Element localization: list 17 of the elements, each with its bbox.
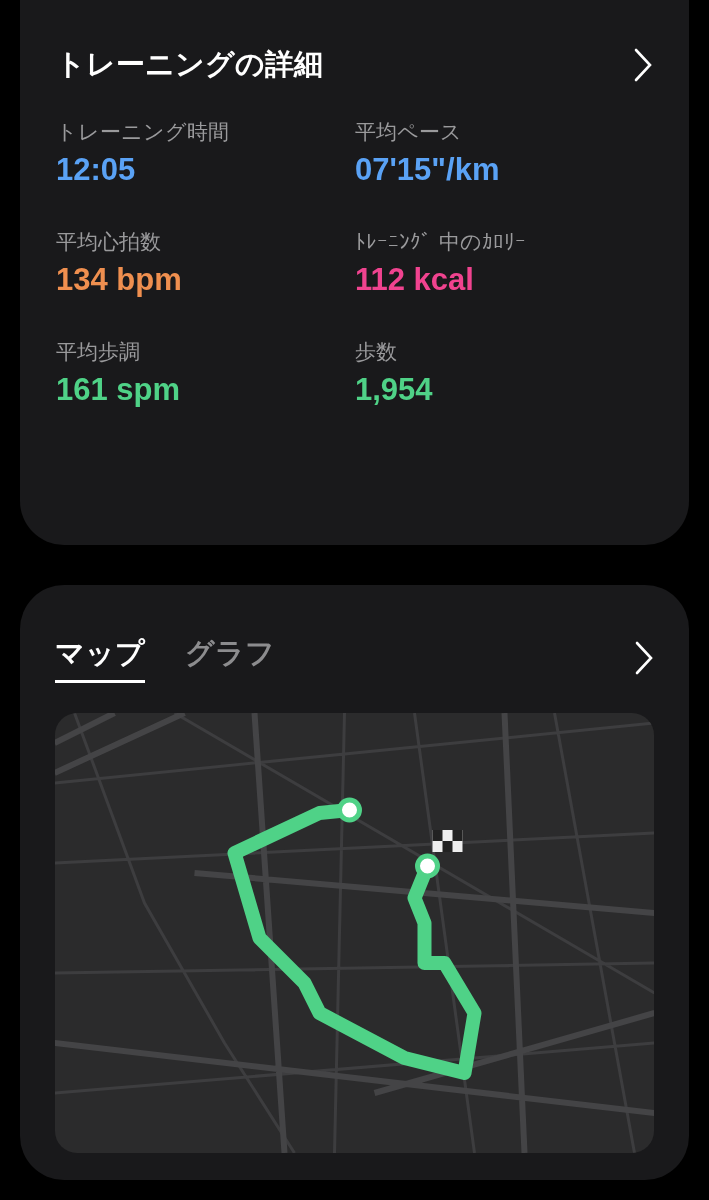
metric-value: 112 kcal (355, 262, 475, 298)
chevron-right-icon[interactable] (634, 641, 654, 675)
metric-label: 平均歩調 (56, 339, 141, 366)
tab[interactable]: マップ (55, 633, 145, 683)
metric-value: 134 bpm (56, 262, 183, 298)
metric-value: 12:05 (56, 152, 137, 188)
chevron-right-icon[interactable] (633, 48, 653, 82)
card-title: トレーニングの詳細 (56, 46, 323, 83)
metric-value: 1,954 (355, 372, 434, 408)
metric-label: トレーニング時間 (56, 119, 230, 146)
metric-label: ﾄﾚｰﾆﾝｸﾞ 中のｶﾛﾘｰ (355, 229, 527, 256)
metric-value: 07'15"/km (355, 152, 501, 188)
metric-label: 歩数 (355, 339, 398, 366)
metric-value: 161 spm (56, 372, 182, 408)
metric-label: 平均心拍数 (56, 229, 162, 256)
tab[interactable]: グラフ (185, 633, 275, 683)
metric-label: 平均ペース (355, 119, 463, 146)
